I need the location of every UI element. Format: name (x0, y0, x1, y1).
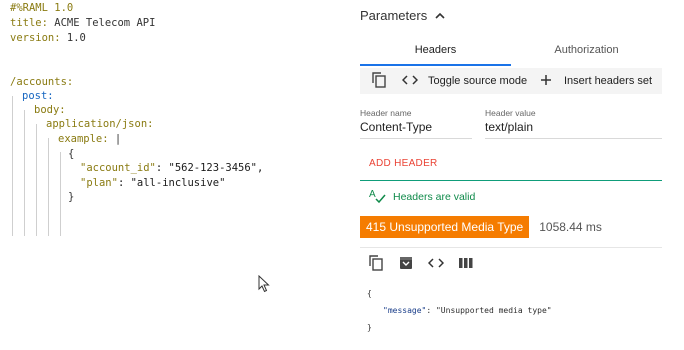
header-value-input[interactable]: text/plain (485, 120, 662, 139)
toggle-source-mode-label: Toggle source mode (428, 75, 528, 87)
request-panel: Parameters Headers Authorization Toggle … (355, 0, 684, 350)
code-icon (401, 74, 419, 89)
plus-icon (540, 74, 552, 89)
code-line: "plan": "all-inclusive" (80, 177, 225, 190)
add-header-button[interactable]: ADD HEADER (369, 158, 438, 169)
response-time: 1058.44 ms (539, 220, 602, 234)
indent-guide (24, 110, 25, 236)
columns-view-button[interactable] (457, 256, 475, 274)
code-line: application/json: (46, 118, 154, 130)
json-brace: } (367, 323, 372, 332)
code-key: title: (10, 17, 48, 29)
raml-editor[interactable]: #%RAML 1.0 title: ACME Telecom API versi… (0, 0, 340, 350)
indent-guide (60, 152, 61, 236)
code-line: "account_id": "562-123-3456", (80, 162, 263, 175)
json-key: "message" (383, 306, 427, 315)
json-brace: { (367, 289, 372, 298)
copy-button[interactable] (372, 68, 386, 94)
copy-icon (369, 254, 383, 276)
headers-valid-status: A Headers are valid (369, 188, 475, 206)
headers-valid-text: Headers are valid (393, 191, 476, 203)
code-line: } (68, 191, 75, 203)
code-line: post: (22, 90, 54, 102)
status-badge: 415 Unsupported Media Type (360, 216, 530, 238)
insert-headers-set-button[interactable]: Insert headers set (540, 68, 652, 94)
code-key: example: (58, 133, 109, 145)
code-line: /accounts: (10, 76, 74, 88)
source-view-button[interactable] (427, 256, 445, 274)
header-value-label: Header value (485, 108, 536, 118)
code-line: example: | (58, 133, 121, 146)
divider (360, 180, 662, 181)
mouse-pointer-icon (258, 274, 270, 298)
parameters-title: Parameters (360, 8, 428, 23)
code-key: "plan" (80, 177, 118, 189)
copy-icon (372, 71, 386, 91)
response-status: 415 Unsupported Media Type 1058.44 ms (360, 216, 602, 238)
headers-toolbar: Toggle source mode Insert headers set (360, 68, 662, 94)
spellcheck-icon: A (369, 188, 387, 207)
code-line: #%RAML 1.0 (10, 2, 74, 14)
divider (360, 247, 662, 248)
indent-guide (36, 124, 37, 236)
archive-icon (399, 256, 413, 275)
tab-headers[interactable]: Headers (360, 36, 511, 64)
active-tab-indicator (360, 64, 511, 66)
code-icon (427, 256, 445, 274)
json-value: : "Unsupported media type" (426, 306, 552, 315)
code-key: "account_id" (80, 162, 156, 174)
header-name-label: Header name (360, 108, 412, 118)
columns-icon (459, 256, 473, 274)
toggle-source-mode-button[interactable]: Toggle source mode (401, 68, 528, 94)
save-response-button[interactable] (397, 256, 415, 274)
indent-guide (48, 138, 49, 236)
response-body: { "message": "Unsupported media type"} (367, 285, 552, 336)
code-value: ACME Telecom API (47, 17, 156, 29)
parameter-tabs: Headers Authorization (360, 36, 662, 66)
parameters-toggle[interactable]: Parameters (360, 8, 445, 23)
code-line: { (68, 148, 75, 160)
code-key: version: (10, 32, 61, 44)
tab-authorization[interactable]: Authorization (511, 36, 662, 64)
indent-guide (12, 96, 13, 236)
svg-text:A: A (369, 189, 376, 200)
code-line: body: (34, 104, 66, 116)
code-value: 1.0 (60, 32, 86, 44)
chevron-up-icon (435, 8, 445, 22)
code-value: | (108, 133, 122, 145)
json-line: "message": "Unsupported media type" (367, 302, 552, 319)
code-value: : "all-inclusive" (117, 177, 226, 189)
code-line: title: ACME Telecom API (10, 17, 155, 30)
copy-response-button[interactable] (367, 254, 385, 276)
code-line: version: 1.0 (10, 32, 86, 45)
code-value: : "562-123-3456", (155, 162, 264, 174)
header-name-input[interactable]: Content-Type (360, 120, 472, 139)
response-toolbar (367, 254, 487, 276)
insert-headers-set-label: Insert headers set (564, 75, 653, 87)
